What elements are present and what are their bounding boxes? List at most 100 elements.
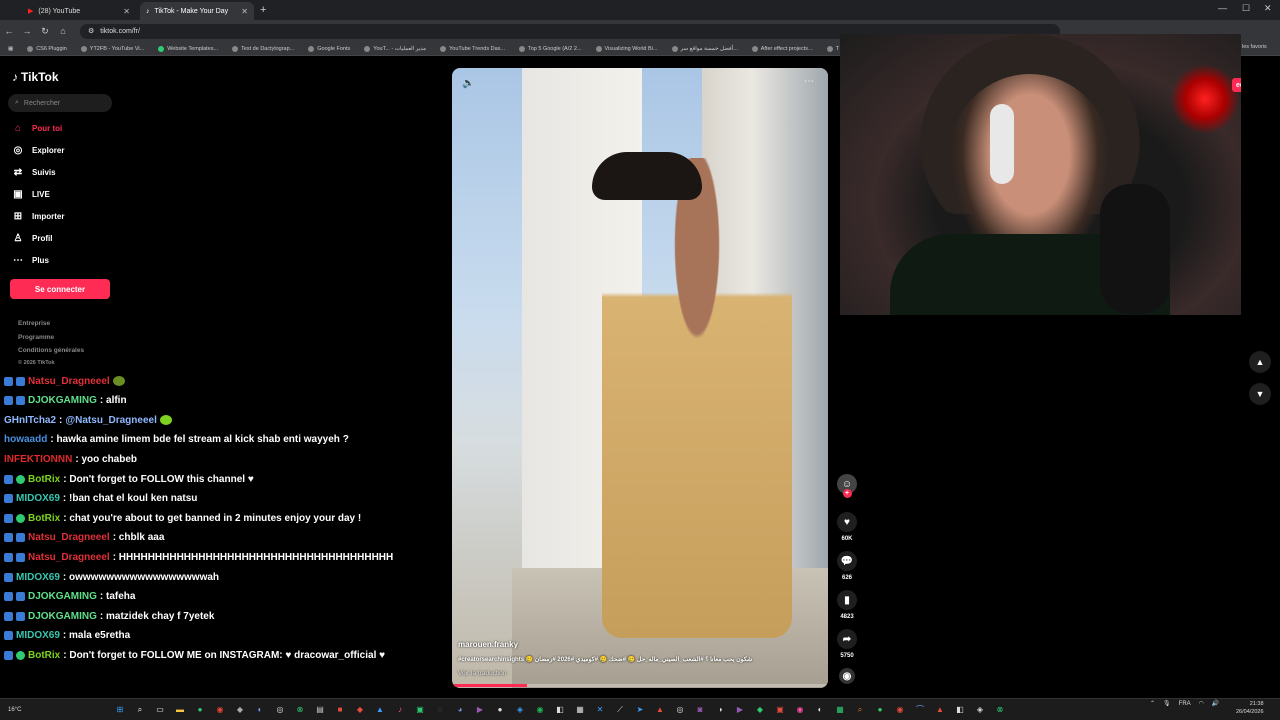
chat-username[interactable]: GHnITcha2 (4, 415, 56, 426)
apps-icon[interactable]: ▦ (8, 46, 13, 52)
app-icon[interactable]: ◎ (672, 703, 688, 717)
minimize-icon[interactable]: — (1218, 3, 1227, 13)
app-icon[interactable]: ▤ (312, 703, 328, 717)
bookmark-item[interactable]: Top 5 Google (A/2 2... (518, 45, 582, 52)
app-icon[interactable]: ◈ (512, 703, 528, 717)
chat-username[interactable]: MIDOX69 (16, 572, 60, 583)
chat-username[interactable]: Natsu_Dragneeel (28, 532, 110, 543)
spotify-icon[interactable]: ◉ (532, 703, 548, 717)
obs-icon[interactable]: ◎ (272, 703, 288, 717)
window-close-icon[interactable]: ✕ (1264, 3, 1272, 14)
footer-link-conditions[interactable]: Conditions générales (18, 347, 84, 354)
app-icon[interactable]: ▦ (832, 703, 848, 717)
microphone-icon[interactable]: 🎙 (1163, 700, 1171, 707)
app-icon[interactable]: ◙ (692, 703, 708, 717)
follow-plus-icon[interactable]: + (842, 489, 852, 498)
nav-item-explorer[interactable]: ◎ Explorer (12, 145, 65, 156)
app-icon[interactable]: ▣ (772, 703, 788, 717)
bookmark-item[interactable]: Test de Dactylograp... (232, 45, 294, 52)
app-icon[interactable]: ▣ (412, 703, 428, 717)
app-icon[interactable]: ■ (332, 703, 348, 717)
xbox-icon[interactable]: ⊗ (992, 703, 1008, 717)
nav-item-pour-toi[interactable]: ⌂ Pour toi (12, 123, 62, 134)
login-button[interactable]: Se connecter (10, 279, 110, 299)
bookmark-item[interactable]: T (826, 45, 839, 52)
app-icon[interactable]: ◧ (952, 703, 968, 717)
taskbar-clock[interactable]: 21:38 26/04/2026 (1236, 700, 1264, 716)
bookmark-item[interactable]: After effect projects... (751, 45, 813, 52)
search-input[interactable]: ⌕ Rechercher (8, 94, 112, 112)
next-video-button[interactable]: ▼ (1249, 383, 1271, 405)
bookmark-item[interactable]: أفضل خمسة مواقع سر... (671, 45, 738, 52)
app-icon[interactable]: ◌ (432, 703, 448, 717)
chat-username[interactable]: MIDOX69 (16, 493, 60, 504)
search-icon[interactable]: ⌕ (132, 703, 148, 717)
app-icon[interactable]: ◆ (232, 703, 248, 717)
chat-username[interactable]: INFEKTIONNN (4, 454, 72, 465)
volume-icon[interactable]: 🔈 (462, 78, 474, 89)
app-icon[interactable]: ▲ (652, 703, 668, 717)
see-translation-link[interactable]: Voir la traduction (458, 670, 506, 677)
start-icon[interactable]: ⊞ (112, 703, 128, 717)
video-author[interactable]: marouen.franky (458, 640, 518, 649)
chat-username[interactable]: MIDOX69 (16, 630, 60, 641)
chat-username[interactable]: BotRix (28, 650, 60, 661)
file-explorer-icon[interactable]: ▬ (172, 703, 188, 717)
app-icon[interactable]: ♪ (392, 703, 408, 717)
app-icon[interactable]: ● (192, 703, 208, 717)
nav-item-importer[interactable]: ⊞ Importer (12, 211, 65, 222)
previous-video-button[interactable]: ▲ (1249, 351, 1271, 373)
app-icon[interactable]: ⌕ (852, 703, 868, 717)
bookmark-item[interactable]: YT2FB - YouTube Vi... (80, 45, 144, 52)
app-icon[interactable]: ◑ (712, 703, 728, 717)
new-tab-icon[interactable]: + (260, 4, 266, 16)
app-icon[interactable]: ▶ (472, 703, 488, 717)
app-icon[interactable]: ◆ (752, 703, 768, 717)
back-icon[interactable]: ← (0, 26, 18, 36)
app-icon[interactable]: ▲ (372, 703, 388, 717)
chat-username[interactable]: BotRix (28, 513, 60, 524)
task-view-icon[interactable]: ▭ (152, 703, 168, 717)
xbox-icon[interactable]: ⊗ (292, 703, 308, 717)
app-icon[interactable]: ● (872, 703, 888, 717)
chat-mention[interactable]: @Natsu_Dragneeel (65, 415, 156, 426)
app-icon[interactable]: ◉ (892, 703, 908, 717)
comment-button[interactable]: 💬 626 (835, 551, 859, 581)
close-icon[interactable]: ✕ (241, 7, 248, 16)
chrome-icon[interactable]: ◉ (212, 703, 228, 717)
app-icon[interactable]: ▲ (932, 703, 948, 717)
app-icon[interactable]: ● (492, 703, 508, 717)
app-icon[interactable]: ◐ (812, 703, 828, 717)
nav-item-suivis[interactable]: ⇄ Suivis (12, 167, 56, 178)
tab-youtube[interactable]: ▶ (28) YouTube ✕ (22, 2, 136, 20)
author-avatar[interactable]: ☺ + (835, 474, 859, 498)
bookmark-item[interactable]: Visualizing World Bi... (595, 45, 658, 52)
app-icon[interactable]: ✕ (592, 703, 608, 717)
video-player[interactable]: 🔈 ⋯ marouen.franky #creatorsearchinsight… (452, 68, 828, 688)
app-icon[interactable]: ⟋ (612, 703, 628, 717)
telegram-icon[interactable]: ➤ (632, 703, 648, 717)
home-icon[interactable]: ⌂ (54, 26, 72, 36)
app-icon[interactable]: ▦ (572, 703, 588, 717)
wifi-icon[interactable]: ◠ (1199, 700, 1204, 707)
tiktok-logo[interactable]: ♪ TikTok (12, 70, 59, 84)
forward-icon[interactable]: → (18, 26, 36, 36)
bookmark-item[interactable]: CS6 Pluggin (27, 45, 67, 52)
like-button[interactable]: ♥ 60K (835, 512, 859, 542)
steam-icon[interactable]: ◐ (252, 703, 268, 717)
share-button[interactable]: ➦ 5750 (835, 629, 859, 659)
app-icon[interactable]: ◉ (792, 703, 808, 717)
save-button[interactable]: ▮ 4823 (835, 590, 859, 620)
app-icon[interactable]: ⌒ (912, 703, 928, 717)
discord-icon[interactable]: ◕ (452, 703, 468, 717)
volume-icon[interactable]: 🔊 (1212, 700, 1219, 707)
close-icon[interactable]: ✕ (123, 7, 130, 16)
bookmark-item[interactable]: Website Templates... (158, 45, 218, 52)
chat-username[interactable]: DJOKGAMING (28, 591, 97, 602)
language-indicator[interactable]: FRA (1179, 701, 1191, 707)
chat-username[interactable]: Natsu_Dragneeel (28, 552, 110, 563)
all-bookmarks-label[interactable]: les favoris (1242, 44, 1267, 50)
app-icon[interactable]: ◈ (972, 703, 988, 717)
app-icon[interactable]: ◆ (352, 703, 368, 717)
bookmark-item[interactable]: YouTube Trends Das... (440, 45, 505, 52)
